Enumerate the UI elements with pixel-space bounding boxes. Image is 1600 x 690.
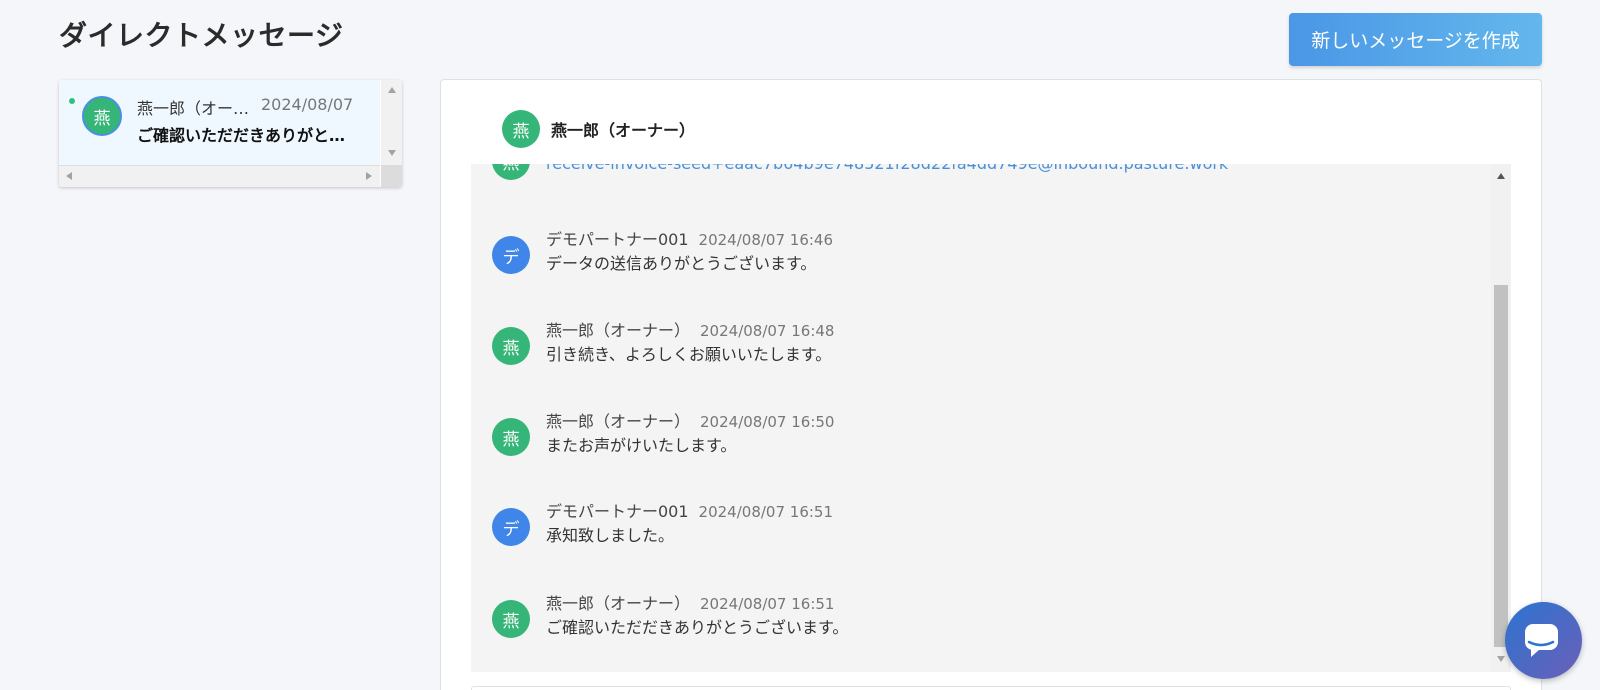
chat-header-avatar: 燕 xyxy=(502,110,540,148)
scroll-right-arrow-icon[interactable] xyxy=(366,172,372,180)
scroll-up-arrow-icon[interactable] xyxy=(1497,173,1505,179)
message-sender: 燕一郎（オーナー） 2024/08/07 16:48 xyxy=(546,317,834,341)
message-row: デ デモパートナー001 2024/08/07 16:46 データの送信ありがとう… xyxy=(492,228,1472,288)
avatar: 燕 xyxy=(82,96,122,136)
message-time: 2024/08/07 16:48 xyxy=(700,322,835,340)
message-row: 燕 receive-invoice-seed+eaac7b64b9e748521… xyxy=(492,164,1472,194)
message-row: 燕 燕一郎（オーナー） 2024/08/07 16:48 引き続き、よろしくお願い… xyxy=(492,319,1472,379)
message-text: またお声がけいたします。 xyxy=(546,436,737,455)
scroll-down-arrow-icon[interactable] xyxy=(1497,656,1505,662)
message-link[interactable]: receive-invoice-seed+eaac7b64b9e748521f2… xyxy=(546,164,1228,173)
scrollbar-thumb[interactable] xyxy=(1494,285,1508,647)
conversation-list-vertical-scrollbar[interactable] xyxy=(381,80,402,165)
page-title: ダイレクトメッセージ xyxy=(59,19,344,52)
scroll-down-arrow-icon[interactable] xyxy=(388,150,396,156)
avatar: デ xyxy=(492,236,530,274)
chat-panel: 燕 燕一郎（オーナー） 燕 receive-invoice-seed+eaac7… xyxy=(440,79,1542,690)
message-time: 2024/08/07 16:51 xyxy=(698,503,833,521)
chat-support-button[interactable] xyxy=(1505,602,1582,679)
message-time: 2024/08/07 16:51 xyxy=(700,595,835,613)
sender-name: 燕一郎（オーナー） xyxy=(546,594,691,613)
scroll-left-arrow-icon[interactable] xyxy=(66,172,72,180)
chat-bubble-icon xyxy=(1525,624,1558,657)
sender-name: デモパートナー001 xyxy=(546,502,689,521)
message-composer[interactable] xyxy=(471,686,1511,690)
message-row: 燕 燕一郎（オーナー） 2024/08/07 16:51 ご確認いただだきありがと… xyxy=(492,592,1472,652)
sender-name: 燕一郎（オーナー） xyxy=(546,321,691,340)
conversation-item[interactable]: 燕 燕一郎（オー… 2024/08/07 ご確認いただだきありがと… xyxy=(59,80,380,165)
message-row: 燕 燕一郎（オーナー） 2024/08/07 16:50 またお声がけいたします。 xyxy=(492,410,1472,470)
new-message-button[interactable]: 新しいメッセージを作成 xyxy=(1289,13,1542,66)
conversation-list: 燕 燕一郎（オー… 2024/08/07 ご確認いただだきありがと… xyxy=(59,80,402,187)
unread-indicator xyxy=(69,98,75,104)
message-time: 2024/08/07 16:50 xyxy=(700,413,835,431)
message-list-scrollbar[interactable] xyxy=(1491,164,1511,672)
message-sender: 燕一郎（オーナー） 2024/08/07 16:51 xyxy=(546,590,834,614)
avatar: 燕 xyxy=(492,164,530,180)
message-text: ご確認いただだきありがとうございます。 xyxy=(546,618,849,637)
avatar: 燕 xyxy=(492,418,530,456)
conversation-list-horizontal-scrollbar[interactable] xyxy=(59,165,380,187)
conversation-preview: ご確認いただだきありがと… xyxy=(137,126,346,145)
message-sender: デモパートナー001 2024/08/07 16:46 xyxy=(546,226,833,250)
avatar: 燕 xyxy=(492,600,530,638)
sender-name: デモパートナー001 xyxy=(546,230,689,249)
message-text: 承知致しました。 xyxy=(546,526,675,545)
conversation-name: 燕一郎（オー… xyxy=(137,99,250,118)
avatar: 燕 xyxy=(492,327,530,365)
message-text: 引き続き、よろしくお願いいたします。 xyxy=(546,345,832,364)
chat-header-name: 燕一郎（オーナー） xyxy=(551,121,696,140)
avatar: デ xyxy=(492,508,530,546)
message-sender: デモパートナー001 2024/08/07 16:51 xyxy=(546,498,833,522)
scrollbar-corner xyxy=(381,165,402,187)
message-list[interactable]: 燕 receive-invoice-seed+eaac7b64b9e748521… xyxy=(471,164,1511,672)
message-time: 2024/08/07 16:46 xyxy=(698,231,833,249)
sender-name: 燕一郎（オーナー） xyxy=(546,412,691,431)
scroll-up-arrow-icon[interactable] xyxy=(388,87,396,93)
message-sender: 燕一郎（オーナー） 2024/08/07 16:50 xyxy=(546,408,834,432)
message-row: デ デモパートナー001 2024/08/07 16:51 承知致しました。 xyxy=(492,500,1472,560)
conversation-date: 2024/08/07 xyxy=(261,95,354,114)
message-text: データの送信ありがとうございます。 xyxy=(546,254,817,273)
